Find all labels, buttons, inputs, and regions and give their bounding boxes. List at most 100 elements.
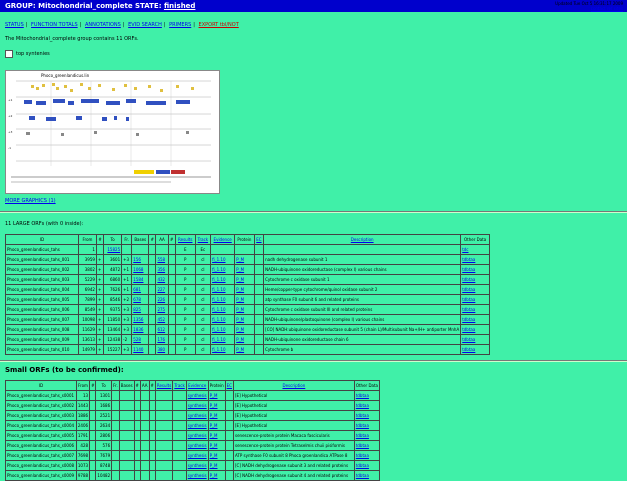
orf-bases[interactable]: 825 — [131, 304, 150, 315]
orf-evidence[interactable]: synthesis — [185, 460, 209, 471]
orf-evidence[interactable]: fi_1.10 — [210, 294, 236, 305]
orf-evidence[interactable]: synthesis — [185, 430, 209, 441]
orf-bases[interactable]: 1068 — [131, 264, 150, 275]
orf-evidence[interactable]: synthesis — [185, 450, 209, 461]
orf-other-data[interactable]: tdbtaa — [353, 450, 381, 461]
orf-aa[interactable]: 558 — [155, 254, 169, 265]
orf-aa[interactable]: 612 — [155, 324, 169, 335]
orf-protein[interactable]: P_M — [234, 324, 255, 335]
orf-evidence[interactable]: fi_1.10 — [210, 274, 236, 285]
col-track[interactable]: Track — [194, 234, 212, 245]
orf-protein[interactable]: P_M — [234, 334, 255, 345]
orf-protein[interactable]: P_M — [234, 284, 255, 295]
orf-other-data[interactable]: tdbtaa — [460, 284, 490, 295]
orf-evidence[interactable]: synthesis — [185, 410, 209, 421]
col-track[interactable]: Track — [172, 380, 187, 391]
orf-evidence[interactable]: fi_1.10 — [210, 334, 236, 345]
orf-other-data[interactable]: tdbtaa — [353, 390, 381, 401]
orf-other-data[interactable]: tdbtaa — [353, 410, 381, 421]
orf-bases[interactable]: 678 — [131, 294, 150, 305]
orf-other-data[interactable]: tdbtaa — [353, 430, 381, 441]
col-results[interactable]: Results — [154, 380, 174, 391]
orf-aa[interactable]: 432 — [155, 274, 169, 285]
orf-aa[interactable]: 452 — [155, 314, 169, 325]
orf-protein[interactable]: P_M — [207, 470, 226, 481]
orf-protein[interactable]: P_M — [234, 264, 255, 275]
orf-protein[interactable]: P_M — [207, 400, 226, 411]
orf-bases[interactable]: 681 — [131, 284, 150, 295]
orf-aa[interactable]: 275 — [155, 304, 169, 315]
orf-evidence[interactable]: synthesis — [185, 420, 209, 431]
orf-other-data[interactable]: tdbtaa — [460, 294, 490, 305]
orf-other-data[interactable]: tdbtaa — [353, 440, 381, 451]
orf-evidence[interactable]: fi_1.10 — [210, 254, 236, 265]
orf-bases[interactable]: 1836 — [131, 324, 150, 335]
orf-protein[interactable]: P_M — [234, 294, 255, 305]
col-description[interactable]: Description — [263, 234, 462, 245]
orf-bases[interactable]: 1584 — [131, 274, 150, 285]
orf-aa[interactable]: 176 — [155, 334, 169, 345]
genome-map-graphic[interactable]: Phoco_greenlandicus.lin +1 +2 +3 -1 — [5, 70, 220, 194]
top-syntenies-checkbox[interactable] — [5, 50, 13, 58]
more-graphics-link[interactable]: MORE GRAPHICS (1) — [5, 198, 56, 204]
col-results[interactable]: Results — [174, 234, 196, 245]
orf-protein[interactable]: P_M — [234, 304, 255, 315]
orf-other-data[interactable]: tdbtaa — [460, 334, 490, 345]
orf-other-data[interactable]: tdbtaa — [353, 470, 381, 481]
nav-primers[interactable]: PRIMERS — [169, 22, 191, 28]
orf-protein[interactable]: P_M — [207, 390, 226, 401]
orf-bases[interactable]: 156 — [131, 254, 150, 265]
orf-evidence[interactable]: synthesis — [185, 390, 209, 401]
state-link[interactable]: finished — [164, 2, 195, 10]
orf-bases[interactable]: 1140 — [131, 344, 150, 355]
orf-evidence[interactable]: fi_1.10 — [210, 324, 236, 335]
nav-evid-search[interactable]: EVID SEARCH — [128, 22, 162, 28]
orf-aa[interactable]: 227 — [155, 284, 169, 295]
orf-other-data[interactable]: tdbtaa — [353, 420, 381, 431]
col-ec[interactable]: EC — [224, 380, 235, 391]
col-evidence[interactable]: Evidence — [210, 234, 236, 245]
nav-annotations[interactable]: ANNOTATIONS — [85, 22, 121, 28]
orf-protein[interactable]: P_M — [207, 410, 226, 421]
orf-bases[interactable]: 528 — [131, 334, 150, 345]
contact-link[interactable]: contact ref sites — [591, 6, 623, 11]
orf-other-data[interactable]: tdbtaa — [460, 304, 490, 315]
orf-protein[interactable]: P_M — [207, 430, 226, 441]
col-evidence[interactable]: Evidence — [185, 380, 209, 391]
nav-export[interactable]: EXPORT tbl/NOT — [199, 22, 239, 28]
orf-evidence[interactable]: synthesis — [185, 440, 209, 451]
orf-protein[interactable]: P_M — [207, 420, 226, 431]
orf-other-data[interactable]: tdbtaa — [353, 400, 381, 411]
nav-function-totals[interactable]: FUNCTION TOTALS — [31, 22, 78, 28]
orf-other-data[interactable]: tdbtaa — [460, 344, 490, 355]
orf-protein[interactable]: P_M — [207, 440, 226, 451]
orf-other-data[interactable]: tdbtaa — [460, 254, 490, 265]
orf-other-data[interactable]: tdbtaa — [460, 314, 490, 325]
nav-status[interactable]: STATUS — [5, 22, 24, 28]
col-ec[interactable]: EC — [253, 234, 265, 245]
orf-evidence[interactable]: fi_1.10 — [210, 314, 236, 325]
orf-to[interactable]: 15825 — [103, 244, 123, 255]
orf-other-data[interactable]: tdbtaa — [460, 274, 490, 285]
orf-protein[interactable]: P_M — [234, 274, 255, 285]
orf-protein[interactable]: P_M — [234, 254, 255, 265]
orf-evidence[interactable]: synthesis — [185, 470, 209, 481]
orf-other-data[interactable]: tdc — [460, 244, 490, 255]
col-description[interactable]: Description — [232, 380, 355, 391]
orf-other-data[interactable]: tdbtaa — [460, 324, 490, 335]
orf-protein[interactable]: P_M — [234, 344, 255, 355]
orf-aa[interactable]: 380 — [155, 344, 169, 355]
orf-evidence[interactable]: fi_1.10 — [210, 304, 236, 315]
orf-protein[interactable]: P_M — [207, 460, 226, 471]
orf-aa[interactable]: 226 — [155, 294, 169, 305]
orf-other-data[interactable]: tdbtaa — [460, 264, 490, 275]
orf-evidence[interactable]: synthesis — [185, 400, 209, 411]
orf-other-data[interactable]: tdbtaa — [353, 460, 381, 471]
orf-bases[interactable]: 1356 — [131, 314, 150, 325]
orf-evidence[interactable]: fi_1.10 — [210, 264, 236, 275]
orf-protein[interactable]: P_M — [207, 450, 226, 461]
orf-evidence[interactable]: fi_1.10 — [210, 344, 236, 355]
orf-evidence[interactable]: fi_1.10 — [210, 284, 236, 295]
orf-aa[interactable]: 356 — [155, 264, 169, 275]
orf-protein[interactable]: P_M — [234, 314, 255, 325]
